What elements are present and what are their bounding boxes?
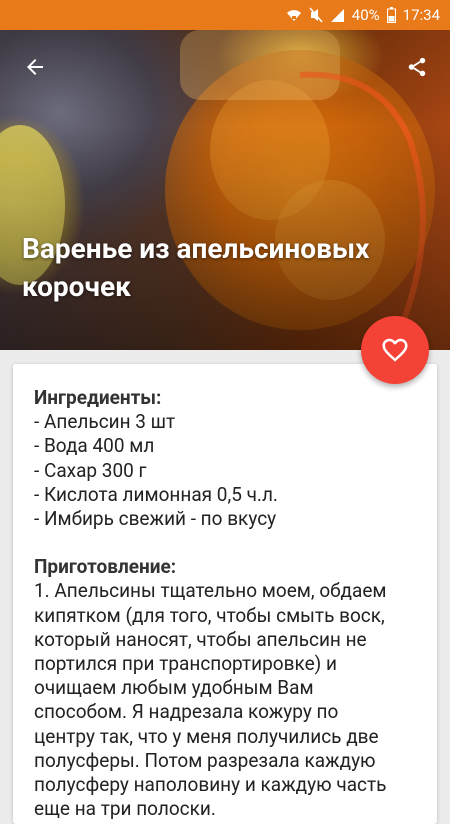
preparation-line: полусферы. Потом разрезала каждую xyxy=(34,748,376,772)
ingredient-item: - Апельсин 3 шт xyxy=(34,410,176,434)
recipe-title: Варенье из апельсиновых корочек xyxy=(22,232,370,303)
preparation-line: еще на три полоски. xyxy=(34,797,216,821)
signal-icon xyxy=(330,8,345,23)
preparation-title: Приготовление: xyxy=(34,555,177,579)
ingredient-item: - Сахар 300 г xyxy=(34,458,147,482)
battery-percent: 40% xyxy=(351,6,380,24)
preparation-line: способом. Я надрезала кожуру по xyxy=(34,700,339,724)
recipe-hero-image: Варенье из апельсиновых корочек xyxy=(0,30,450,350)
back-button[interactable] xyxy=(18,50,52,84)
clock: 17:34 xyxy=(402,6,440,24)
ingredient-item: - Имбирь свежий - по вкусу xyxy=(34,507,277,531)
preparation-line: кипятком (для того, чтобы смыть воск, xyxy=(34,603,385,627)
ingredient-item: - Кислота лимонная 0,5 ч.л. xyxy=(34,482,278,506)
ingredient-item: - Вода 400 мл xyxy=(34,434,155,458)
favorite-button[interactable] xyxy=(361,316,429,384)
share-button[interactable] xyxy=(402,52,432,82)
preparation-line: 1. Апельсины тщательно моем, обдаем xyxy=(34,579,387,603)
recipe-card: Ингредиенты: - Апельсин 3 шт - Вода 400 … xyxy=(13,364,437,824)
heart-outline-icon xyxy=(382,338,408,362)
preparation-line: центру так, что у меня получились две xyxy=(34,724,379,748)
battery-icon xyxy=(386,7,396,23)
ingredients-title: Ингредиенты: xyxy=(34,386,162,409)
wifi-icon xyxy=(286,8,302,22)
preparation-line: портился при транспортировке) и xyxy=(34,652,337,676)
preparation-line: очищаем любым удобным Вам xyxy=(34,676,314,700)
mute-icon xyxy=(309,7,323,23)
arrow-back-icon xyxy=(27,59,43,75)
share-icon xyxy=(408,57,426,77)
preparation-line: который наносят, чтобы апельсин не xyxy=(34,627,367,651)
status-bar: 40% 17:34 xyxy=(0,0,450,30)
preparation-line: полусферу наполовину и каждую часть xyxy=(34,773,387,797)
